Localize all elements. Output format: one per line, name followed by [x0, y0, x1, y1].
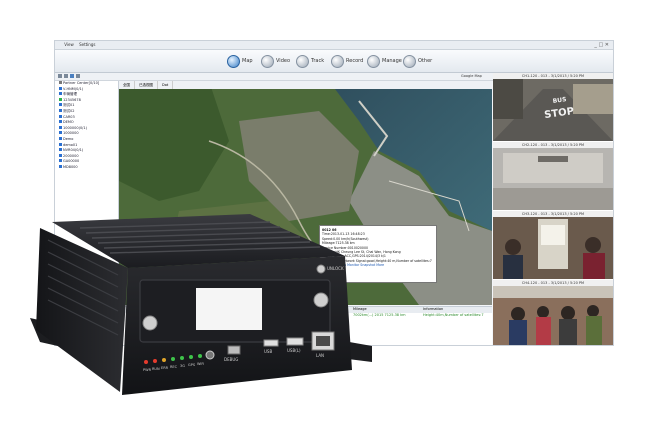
- led-label: WiFi: [197, 362, 204, 366]
- ir-sensor-icon: [205, 350, 215, 360]
- usb-port[interactable]: [286, 337, 304, 346]
- lock-knob-icon[interactable]: [313, 292, 329, 308]
- led-label: REC: [170, 365, 178, 369]
- lan-label: LAN: [316, 353, 324, 358]
- lock-label: UNLOCK: [327, 266, 344, 271]
- debug-port[interactable]: [227, 345, 241, 355]
- screw-icon: [142, 315, 158, 331]
- hdd-label-window: [196, 288, 262, 330]
- led-label: ERR: [161, 366, 169, 370]
- usb-label: USB(L): [287, 348, 301, 353]
- led-label: RUN: [152, 367, 160, 371]
- key-lock-icon[interactable]: [316, 264, 326, 274]
- usb-port[interactable]: [263, 339, 279, 347]
- led-label: 3G: [180, 364, 185, 368]
- led-label: GPS: [188, 363, 196, 367]
- mobile-dvr-device: UNLOCK LAN USB(L) USB DEBUG PWR RUN ERR …: [30, 214, 372, 395]
- debug-label: DEBUG: [224, 357, 238, 362]
- led-label: PWR: [143, 368, 152, 372]
- usb-label: USB: [264, 349, 272, 354]
